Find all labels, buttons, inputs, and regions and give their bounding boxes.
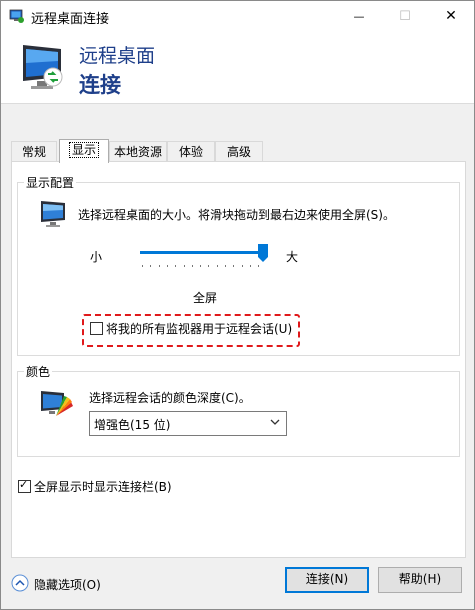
tab-label: 显示 (68, 142, 100, 158)
minimize-button[interactable]: — (336, 1, 382, 31)
close-button[interactable]: ✕ (428, 1, 474, 31)
slider-thumb[interactable] (258, 244, 268, 262)
tab-label: 高级 (226, 145, 251, 159)
slider-tick (225, 265, 226, 267)
remote-desktop-window: 远程桌面连接 — ☐ ✕ 远程桌面 连接 常规 显示 本地资源 体验 高级 显示… (0, 0, 475, 610)
slider-tick (175, 265, 177, 267)
all-monitors-label: 将我的所有监视器用于远程会话(U) (106, 322, 293, 336)
header-banner: 远程桌面 连接 (1, 31, 474, 104)
slider-tick (183, 265, 185, 267)
display-config-legend: 显示配置 (26, 176, 75, 190)
slider-tick (150, 265, 152, 267)
slider-tick (200, 265, 202, 267)
slider-tick (249, 265, 251, 267)
slider-max-label: 大 (286, 250, 299, 264)
chevron-up-circle-icon (11, 574, 29, 592)
all-monitors-checkbox[interactable] (90, 322, 103, 335)
slider-tick (158, 265, 160, 267)
slider-fill (140, 251, 263, 254)
slider-min-label: 小 (90, 250, 103, 264)
header-title-line1: 远程桌面 (79, 45, 156, 67)
maximize-button[interactable]: ☐ (382, 1, 428, 31)
window-title: 远程桌面连接 (31, 12, 110, 27)
slider-tick (216, 265, 218, 267)
connection-bar-checkbox[interactable] (18, 478, 31, 493)
header-title-line2: 连接 (79, 73, 121, 97)
color-depth-icon (38, 388, 74, 420)
tab-advanced[interactable]: 高级 (215, 141, 263, 162)
tab-display[interactable]: 显示 (59, 139, 109, 163)
slider-tick (241, 265, 243, 267)
colors-group: 颜色 (17, 363, 460, 457)
tab-label: 常规 (21, 145, 46, 159)
maximize-icon: ☐ (399, 8, 411, 24)
display-tab-panel: 显示配置 选择远程桌面的大小。将滑块拖动到最右边来使用全屏(S)。 小 大 全屏 (11, 161, 466, 558)
slider-tick (191, 265, 193, 267)
color-depth-description: 选择远程会话的颜色深度(C)。 (89, 391, 251, 405)
slider-tick (166, 265, 168, 267)
slider-tick (233, 265, 235, 267)
tab-local-resources[interactable]: 本地资源 (109, 141, 167, 162)
slider-tick (142, 265, 143, 267)
tab-label: 体验 (178, 145, 203, 159)
connect-button[interactable]: 连接(N) (285, 567, 369, 593)
remote-desktop-logo-icon (17, 41, 69, 93)
close-icon: ✕ (445, 8, 457, 24)
title-bar: 远程桌面连接 — ☐ ✕ (1, 1, 474, 31)
slider-ticks (140, 265, 270, 269)
color-depth-value: 增强色(15 位) (94, 418, 171, 432)
display-size-slider[interactable] (140, 244, 270, 274)
tab-experience[interactable]: 体验 (167, 141, 215, 162)
slider-tick (208, 265, 210, 267)
display-monitor-icon (38, 198, 70, 230)
color-depth-select[interactable]: 增强色(15 位) (89, 411, 287, 436)
hide-options-label: 隐藏选项(O) (34, 578, 101, 592)
colors-legend: 颜色 (26, 365, 51, 379)
slider-tick (258, 265, 260, 267)
tab-general[interactable]: 常规 (11, 141, 57, 162)
help-button[interactable]: 帮助(H) (378, 567, 462, 593)
display-size-value: 全屏 (192, 291, 217, 305)
chevron-down-icon (270, 416, 280, 430)
display-size-description: 选择远程桌面的大小。将滑块拖动到最右边来使用全屏(S)。 (78, 208, 395, 222)
connection-bar-label: 全屏显示时显示连接栏(B) (34, 480, 172, 494)
tab-label: 本地资源 (113, 145, 162, 159)
app-icon (9, 8, 25, 24)
minimize-icon: — (353, 9, 365, 23)
